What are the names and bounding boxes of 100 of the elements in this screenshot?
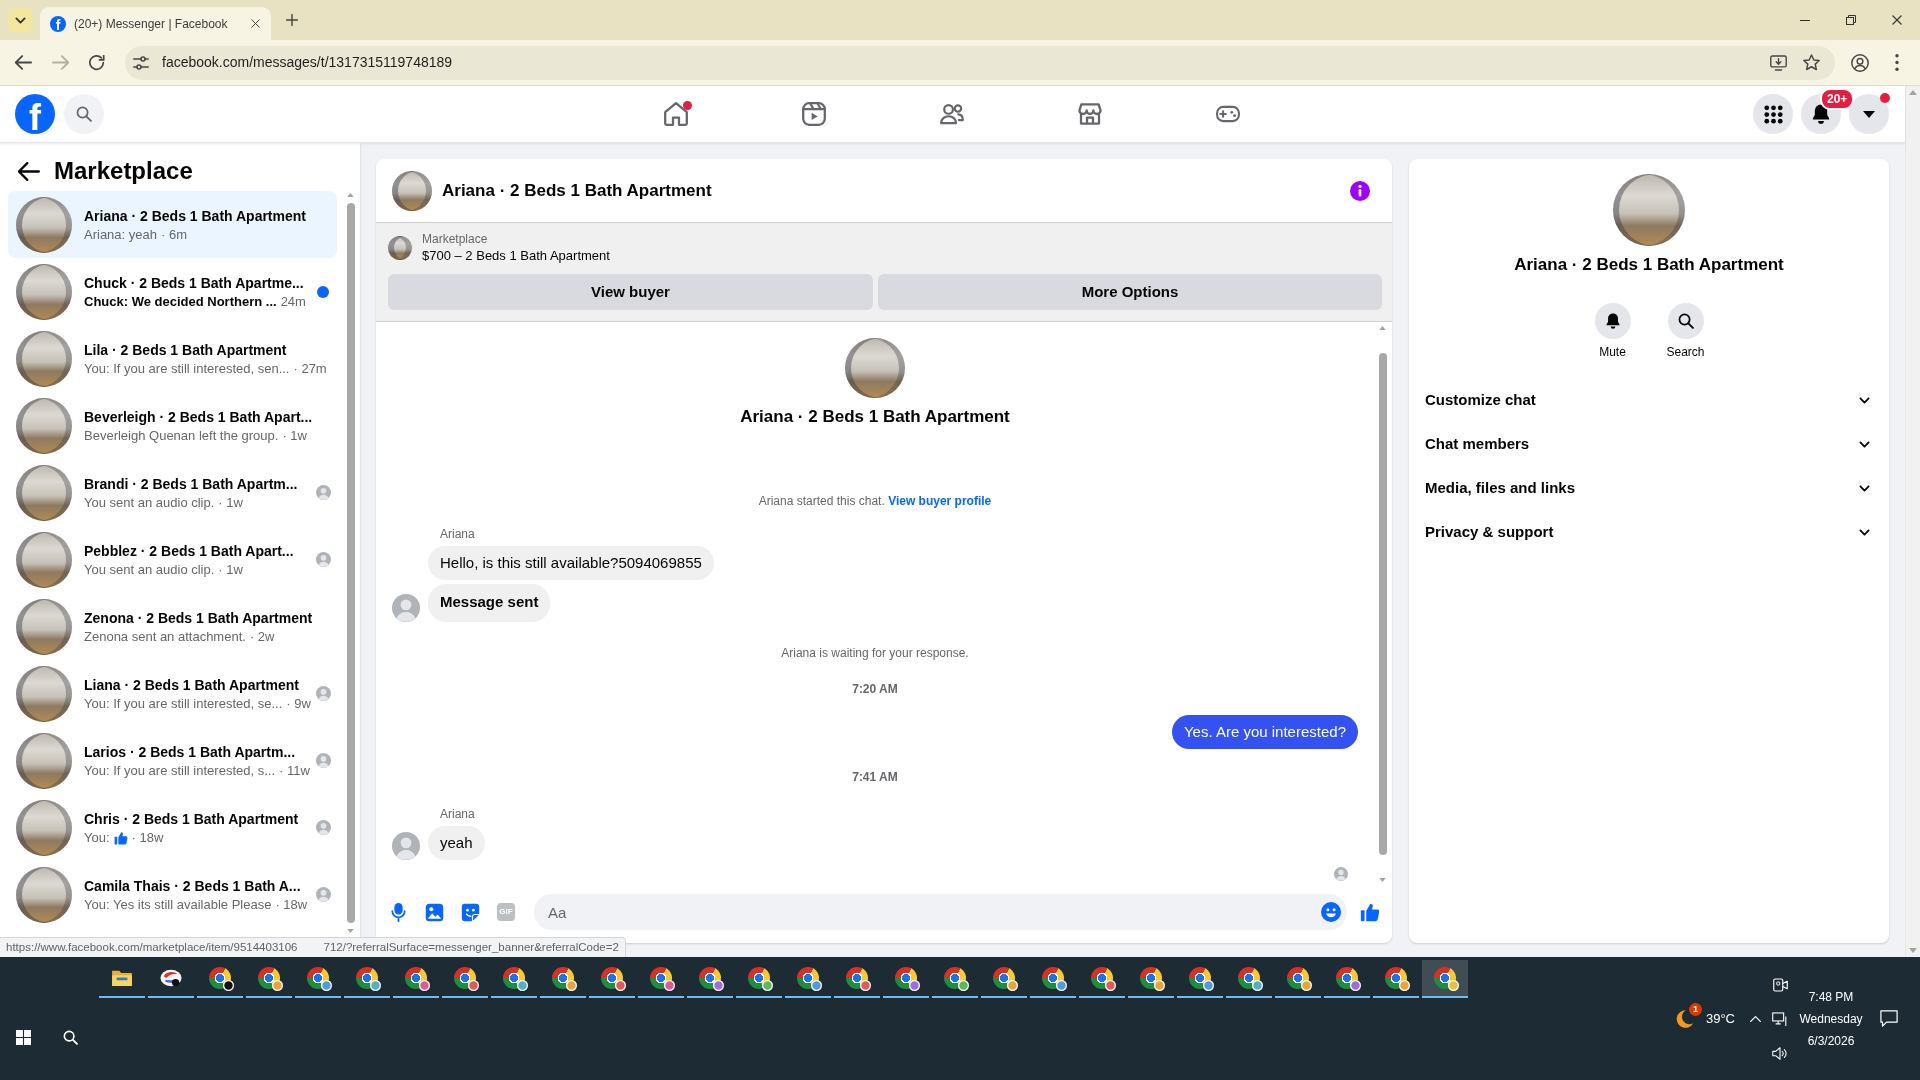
oval-swirl-logo-icon bbox=[160, 967, 182, 989]
conversation-title: Chris · 2 Beds 1 Bath Apartment bbox=[84, 809, 300, 829]
info-icon bbox=[1350, 180, 1370, 201]
search-button[interactable]: Search bbox=[1653, 303, 1718, 360]
conversation-title: Brandi · 2 Beds 1 Bath Apartm... bbox=[84, 474, 299, 494]
photo-placeholder bbox=[388, 236, 412, 260]
message-time: · 27m bbox=[293, 359, 327, 378]
system-message: Ariana is waiting for your response. bbox=[780, 645, 970, 662]
message-preview: You: If you are still interested, s... bbox=[84, 761, 275, 780]
link-status-url: 712/?referralSurface=messenger_banner&referralCode=2 bbox=[323, 940, 619, 955]
search-icon bbox=[76, 106, 92, 122]
listing-action-button[interactable]: View buyer bbox=[388, 274, 873, 310]
collapsible-section[interactable]: Privacy & support bbox=[1409, 510, 1889, 554]
microphone-icon bbox=[390, 902, 406, 922]
conversation-item[interactable]: Beverleigh · 2 Beds 1 Bath Apart... Beverleigh Quenan left the group. · 1w bbox=[8, 392, 337, 459]
sender-name: Ariana bbox=[440, 806, 476, 822]
image-icon bbox=[424, 902, 444, 922]
speaker-icon bbox=[1772, 1046, 1788, 1060]
conversation-item[interactable]: Lila · 2 Beds 1 Bath Apartment You: If you are still interested, sen... · 27m bbox=[8, 325, 337, 392]
conversation-title: Liana · 2 Beds 1 Bath Apartment bbox=[84, 675, 300, 695]
temperature: 39°C bbox=[1705, 1009, 1735, 1028]
sidebar-title: Marketplace bbox=[54, 156, 193, 186]
view-profile-link[interactable]: View buyer profile bbox=[888, 494, 992, 508]
back-arrow-icon bbox=[18, 161, 40, 181]
meet-now-button[interactable] bbox=[1772, 977, 1788, 992]
menu-button[interactable] bbox=[1753, 94, 1793, 134]
conversation-item[interactable]: Pebblez · 2 Beds 1 Bath Apart... You sent an audio clip. · 1w bbox=[8, 526, 337, 593]
grid-icon bbox=[1763, 104, 1783, 124]
message-preview: Beverleigh Quenan left the group. bbox=[84, 426, 279, 445]
people-icon bbox=[940, 102, 964, 126]
bell-icon bbox=[1594, 303, 1631, 339]
volume-button[interactable] bbox=[1772, 1046, 1788, 1060]
browser-tab[interactable]: f (20+) Messenger | Facebook bbox=[40, 7, 271, 40]
thumbs-up-icon bbox=[1360, 902, 1380, 922]
conversation-item[interactable]: Camila Thais · 2 Beds 1 Bath A... You: Yes its still available Please · 18w bbox=[8, 861, 337, 928]
restore-icon bbox=[1846, 15, 1856, 25]
clock-button[interactable]: 7:48 PM Wednesday 6/3/2026 bbox=[1796, 985, 1866, 1052]
smiley-icon bbox=[1321, 902, 1341, 922]
weather-alert-count: 1 bbox=[1688, 1002, 1702, 1016]
back-button[interactable] bbox=[18, 161, 40, 181]
message-time: · 1w bbox=[218, 560, 243, 579]
facebook-logo[interactable]: f bbox=[15, 94, 55, 134]
message-time: · 1w bbox=[282, 426, 307, 445]
network-button[interactable] bbox=[1772, 1011, 1788, 1027]
tab-list-button[interactable] bbox=[8, 8, 32, 32]
monitor-download-icon bbox=[1769, 54, 1787, 71]
info-button[interactable] bbox=[1350, 180, 1370, 201]
conversation-item[interactable]: Ariana · 2 Beds 1 Bath Apartment Ariana: yeah · 6m bbox=[8, 191, 337, 258]
conversation-item[interactable]: Chris · 2 Beds 1 Bath Apartment You: · 18w bbox=[8, 794, 337, 861]
mute-button[interactable]: Mute bbox=[1580, 303, 1645, 360]
bell-icon bbox=[1812, 104, 1830, 124]
search-icon bbox=[1667, 303, 1704, 339]
conversation-item[interactable]: Brandi · 2 Beds 1 Bath Apartm... You sent an audio clip. · 1w bbox=[8, 459, 337, 526]
conversation-item[interactable]: Larios · 2 Beds 1 Bath Apartm... You: If you are still interested, s... · 11w bbox=[8, 727, 337, 794]
show-hidden-icons-button[interactable] bbox=[1749, 1014, 1762, 1023]
message-time: · 18w bbox=[131, 828, 164, 847]
account-button[interactable] bbox=[1849, 94, 1889, 134]
conversation-title: Ariana · 2 Beds 1 Bath Apartment bbox=[740, 406, 1010, 428]
sticker-icon bbox=[460, 902, 480, 922]
back-arrow-icon bbox=[14, 55, 32, 70]
listing-label: Marketplace bbox=[422, 231, 489, 247]
conversation-item[interactable]: Liana · 2 Beds 1 Bath Apartment You: If you are still interested, se... · 9w bbox=[8, 660, 337, 727]
emoji-button[interactable] bbox=[1321, 902, 1341, 922]
plus-icon bbox=[286, 14, 298, 26]
photo-placeholder bbox=[392, 170, 432, 211]
notifications-button[interactable] bbox=[1880, 1010, 1898, 1027]
conversation-item[interactable]: Zenona · 2 Beds 1 Bath Apartment Zenona sent an attachment. · 2w bbox=[8, 593, 337, 660]
sender-name: Ariana bbox=[440, 526, 476, 542]
close-icon bbox=[1892, 15, 1902, 25]
message-time: · 11w bbox=[279, 761, 310, 780]
message-input[interactable]: Aa bbox=[534, 894, 1347, 930]
conversation-title: Chuck · 2 Beds 1 Bath Apartme... bbox=[84, 273, 305, 293]
chevron-down-icon bbox=[1859, 484, 1870, 492]
message-preview: You: bbox=[84, 828, 110, 847]
close-icon bbox=[250, 19, 260, 28]
minimize-icon bbox=[1800, 19, 1810, 21]
taskbar-app-button[interactable] bbox=[1422, 960, 1468, 998]
caret-down-icon bbox=[1863, 110, 1875, 118]
message-preview: You sent an audio clip. bbox=[84, 560, 215, 579]
chevron-down-icon bbox=[1859, 528, 1870, 536]
system-message: Ariana started this chat. View buyer profile bbox=[757, 493, 993, 510]
forward-arrow-icon bbox=[51, 55, 69, 70]
address-bar[interactable]: facebook.com/messages/t/1317315119748189 bbox=[125, 45, 1835, 80]
chevron-down-icon bbox=[14, 16, 26, 24]
listing-action-button[interactable]: More Options bbox=[878, 274, 1382, 310]
collapsible-section[interactable]: Chat members bbox=[1409, 422, 1889, 466]
conversation-title: Camila Thais · 2 Beds 1 Bath A... bbox=[84, 876, 302, 896]
collapsible-section[interactable]: Media, files and links bbox=[1409, 466, 1889, 510]
conversation-title: Ariana · 2 Beds 1 Bath Apartment bbox=[84, 206, 307, 226]
photo-placeholder bbox=[845, 338, 905, 398]
video-icon bbox=[802, 102, 826, 126]
message-bubble: Hello, is this still available?5094069855 bbox=[428, 546, 714, 580]
search-button[interactable] bbox=[64, 94, 104, 134]
collapsible-section[interactable]: Customize chat bbox=[1409, 378, 1889, 422]
conversation-item[interactable]: Chuck · 2 Beds 1 Bath Apartme... Chuck: We decided Northern ... 24m bbox=[8, 258, 337, 325]
chevron-down-icon bbox=[1859, 396, 1870, 404]
profile-icon bbox=[1851, 53, 1869, 72]
message-preview: You sent an audio clip. bbox=[84, 493, 215, 512]
message-preview: You: Yes its still available Please bbox=[84, 895, 272, 914]
message-time: · 1w bbox=[218, 493, 243, 512]
